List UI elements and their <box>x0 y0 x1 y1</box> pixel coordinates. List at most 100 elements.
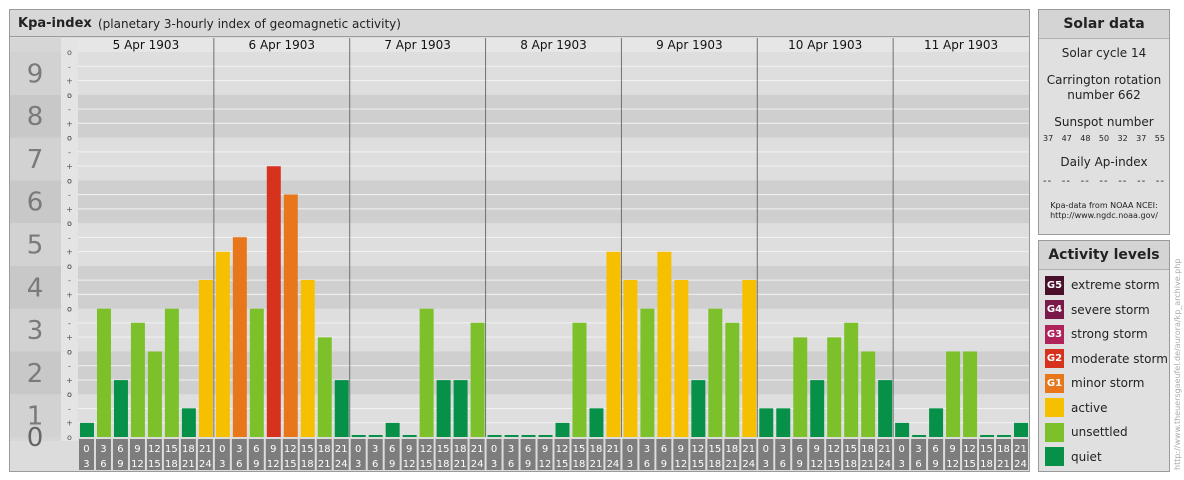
kp-bar <box>504 435 519 437</box>
kp-bar <box>317 337 332 437</box>
kp-bar <box>300 280 315 437</box>
ap-value: -- <box>1043 176 1053 187</box>
interval-end-label: 15 <box>691 459 704 470</box>
kp-bar <box>130 322 145 437</box>
interval-start-label: 18 <box>997 444 1010 455</box>
kp-bar <box>96 308 111 437</box>
legend-item-severe-storm: G4 severe storm <box>1045 300 1150 320</box>
interval-start-label: 9 <box>814 444 820 455</box>
y-band <box>78 94 1029 138</box>
sunspot-value: 37 <box>1043 134 1054 143</box>
kp-bar <box>725 322 740 437</box>
interval-start-label: 15 <box>573 444 586 455</box>
interval-start-label: 3 <box>644 444 650 455</box>
kp-bar <box>691 380 706 437</box>
kp-bar <box>1014 422 1028 437</box>
minor-tick-mark: - <box>68 362 71 371</box>
sunspot-value: 55 <box>1154 134 1165 143</box>
kp-bar <box>385 422 400 437</box>
interval-start-label: 21 <box>335 444 348 455</box>
minor-tick-mark: o <box>67 176 72 185</box>
interval-end-label: 24 <box>199 459 212 470</box>
interval-end-label: 3 <box>219 459 225 470</box>
day-label: 8 Apr 1903 <box>520 38 587 52</box>
legend-swatch <box>1045 447 1064 466</box>
interval-end-label: 6 <box>915 459 921 470</box>
interval-end-label: 12 <box>267 459 280 470</box>
ap-value: -- <box>1136 176 1147 187</box>
ap-value: -- <box>1061 176 1072 187</box>
interval-start-label: 12 <box>420 444 433 455</box>
interval-start-label: 9 <box>270 444 276 455</box>
legend-label: quiet <box>1071 449 1102 464</box>
legend-label: severe storm <box>1071 302 1150 317</box>
interval-start-label: 18 <box>318 444 331 455</box>
kp-bar <box>946 351 961 437</box>
legend-label: strong storm <box>1071 327 1148 341</box>
interval-start-label: 18 <box>590 444 603 455</box>
legend-item-active: active <box>1045 398 1107 418</box>
interval-start-label: 12 <box>556 444 569 455</box>
kp-bar <box>470 322 485 437</box>
kp-bar <box>521 435 536 437</box>
interval-end-label: 15 <box>963 459 976 470</box>
data-credit-line-2: http://www.ngdc.noaa.gov/ <box>1050 211 1158 220</box>
minor-tick-mark: - <box>68 404 71 413</box>
interval-end-label: 15 <box>556 459 569 470</box>
y-tick-label: 2 <box>27 359 44 389</box>
kp-bar <box>113 380 128 437</box>
interval-end-label: 9 <box>389 459 395 470</box>
minor-tick-mark: + <box>66 119 73 128</box>
y-tick-label: 5 <box>27 231 44 261</box>
legend-swatch <box>1045 398 1064 417</box>
interval-start-label: 0 <box>627 444 633 455</box>
interval-end-label: 15 <box>420 459 433 470</box>
legend-item-extreme-storm: G5 extreme storm <box>1045 275 1160 295</box>
interval-start-label: 12 <box>148 444 161 455</box>
y-tick-label: 7 <box>27 145 44 175</box>
interval-start-label: 9 <box>406 444 412 455</box>
interval-start-label: 6 <box>932 444 938 455</box>
kp-bar <box>844 322 859 437</box>
kp-bar <box>215 251 230 437</box>
solar-cycle: Solar cycle 14 <box>1061 46 1147 60</box>
interval-end-label: 3 <box>898 459 904 470</box>
kp-bar <box>980 435 995 437</box>
interval-start-label: 15 <box>165 444 178 455</box>
interval-start-label: 12 <box>284 444 297 455</box>
interval-end-label: 21 <box>725 459 738 470</box>
interval-start-label: 6 <box>253 444 259 455</box>
interval-start-label: 9 <box>678 444 684 455</box>
interval-end-label: 6 <box>644 459 650 470</box>
kp-bar <box>453 380 468 437</box>
interval-start-label: 0 <box>763 444 769 455</box>
kp-bar <box>368 435 383 437</box>
ap-value: -- <box>1118 176 1128 187</box>
interval-start-label: 3 <box>508 444 514 455</box>
interval-start-label: 12 <box>691 444 704 455</box>
interval-end-label: 9 <box>253 459 259 470</box>
kp-bar <box>674 280 689 437</box>
interval-end-label: 3 <box>763 459 769 470</box>
kp-bar <box>742 280 757 437</box>
interval-end-label: 18 <box>437 459 450 470</box>
kp-bar <box>759 408 774 437</box>
kp-bar <box>793 337 808 437</box>
minor-tick-mark: - <box>68 319 71 328</box>
interval-start-label: 15 <box>301 444 314 455</box>
solar-data-panel: Solar data Solar cycle 14 Carrington rot… <box>1038 9 1170 235</box>
kp-bar <box>963 351 978 437</box>
interval-end-label: 3 <box>491 459 497 470</box>
interval-start-label: 9 <box>134 444 140 455</box>
interval-end-label: 15 <box>148 459 161 470</box>
interval-end-label: 12 <box>539 459 552 470</box>
solar-data-heading: Solar data <box>1039 10 1169 39</box>
interval-start-label: 0 <box>355 444 361 455</box>
chart-subtitle: (planetary 3-hourly index of geomagnetic… <box>98 17 401 31</box>
minor-tick-mark: - <box>68 191 71 200</box>
y-tick-label: 6 <box>27 188 44 218</box>
interval-start-label: 18 <box>454 444 467 455</box>
interval-start-label: 15 <box>437 444 450 455</box>
interval-end-label: 9 <box>117 459 123 470</box>
interval-end-label: 12 <box>674 459 687 470</box>
